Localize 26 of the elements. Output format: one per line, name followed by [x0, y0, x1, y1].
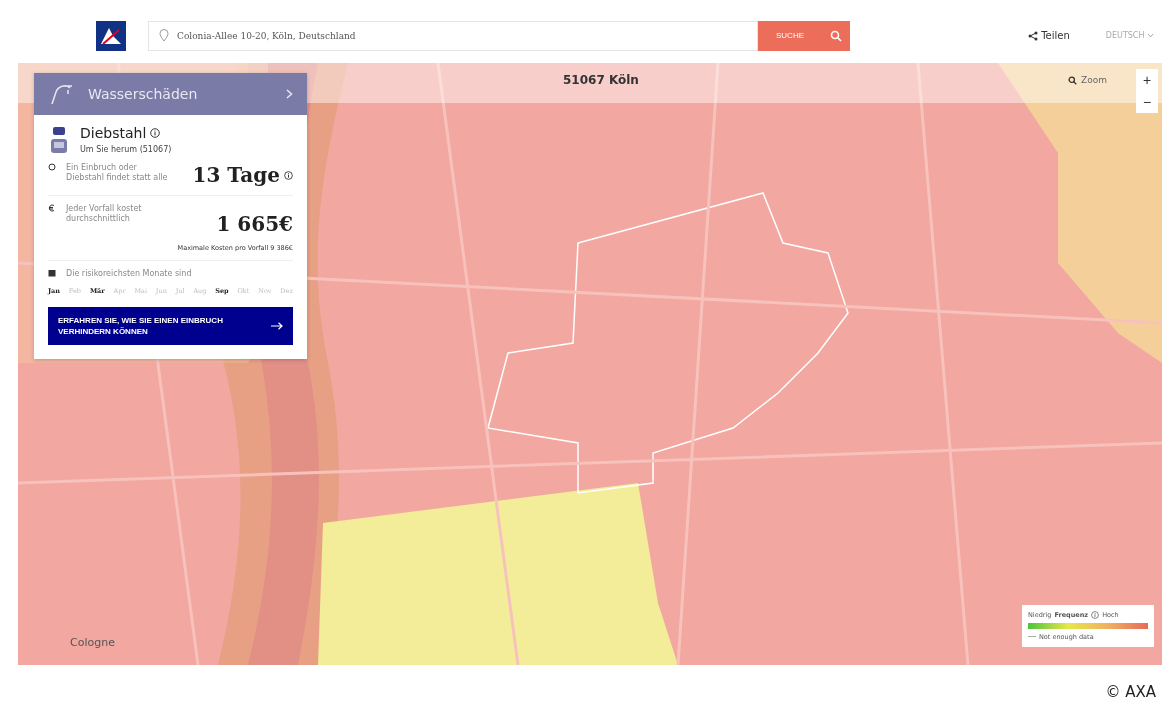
months-label: Die risikoreichsten Monate sind [66, 269, 192, 279]
info-icon[interactable] [284, 170, 293, 180]
frequency-value: 13 Tage [192, 163, 293, 187]
map-title: 51067 Köln [563, 73, 639, 87]
chevron-icon [286, 89, 293, 99]
search-field[interactable]: Colonia-Allee 10-20, Köln, Deutschland [148, 20, 758, 51]
search-icon [1068, 75, 1077, 85]
calendar-icon [48, 269, 56, 277]
cost-label: Jeder Vorfall kostet durchschnittlich [66, 204, 143, 224]
cost-value: 1 665€ [216, 212, 293, 236]
caret-icon [1147, 33, 1154, 38]
location-text: Um Sie herum (51067) [80, 145, 172, 154]
share-link[interactable]: Teilen [1028, 30, 1070, 41]
arrow-icon [271, 321, 283, 330]
zoom-label[interactable]: Zoom [1068, 75, 1107, 85]
copyright-text: © AXA [1105, 683, 1156, 701]
share-icon [1028, 30, 1039, 41]
frequency-label: Ein Einbruch oder Diebstahl findet statt alle [66, 163, 169, 183]
dash-icon [1028, 636, 1036, 638]
search-icon [830, 29, 842, 42]
map-place-label: Cologne [70, 636, 115, 649]
location-pin-icon [159, 29, 169, 42]
info-icon[interactable] [150, 128, 161, 138]
risk-title: Diebstahl [80, 125, 172, 141]
euro-icon [48, 204, 56, 212]
prevention-button[interactable]: ERFAHREN SIE, WIE SIE EINEN EINBRUCH VERHINDERN KÖNNEN [48, 306, 293, 345]
